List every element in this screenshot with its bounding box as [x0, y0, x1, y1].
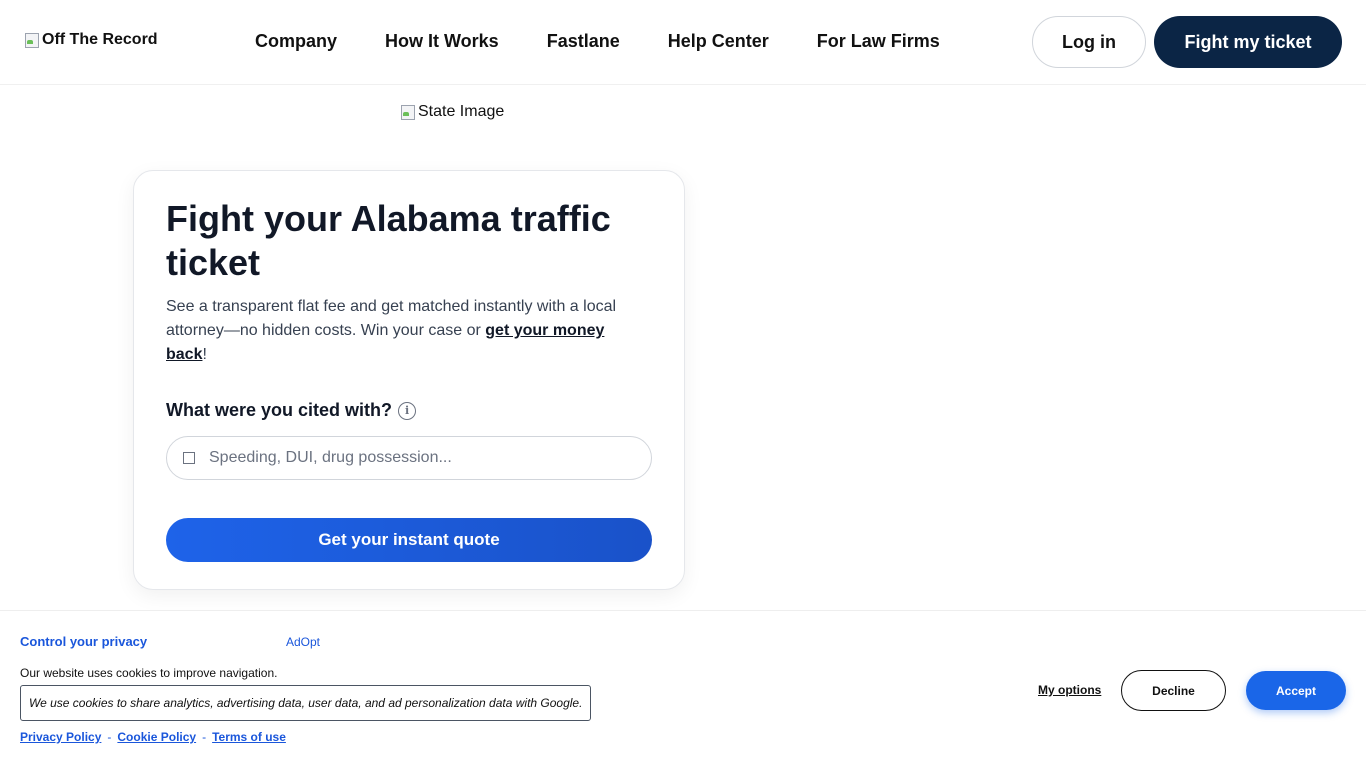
link-separator: - [202, 730, 207, 744]
page-title: Fight your Alabama traffic ticket [166, 198, 611, 283]
logo-alt-text: Off The Record [42, 31, 158, 48]
cookie-policy-link[interactable]: Cookie Policy [117, 730, 196, 744]
decline-button[interactable]: Decline [1121, 670, 1226, 711]
broken-image-icon [400, 104, 416, 120]
nav-help-center[interactable]: Help Center [668, 31, 769, 52]
cookie-google-notice: We use cookies to share analytics, adver… [20, 685, 591, 721]
cited-label: What were you cited with? [166, 400, 393, 420]
terms-of-use-link[interactable]: Terms of use [212, 730, 286, 744]
fight-my-ticket-button[interactable]: Fight my ticket [1154, 16, 1342, 68]
site-header: Off The Record Company How It Works Fast… [0, 0, 1366, 85]
cited-label-row: What were you cited with? i [166, 400, 652, 421]
login-button[interactable]: Log in [1032, 16, 1146, 68]
cookie-title: Control your privacy [20, 634, 148, 649]
nav-how-it-works[interactable]: How It Works [385, 31, 499, 52]
link-separator: - [107, 730, 112, 744]
privacy-policy-link[interactable]: Privacy Policy [20, 730, 101, 744]
citation-search[interactable] [166, 436, 652, 480]
nav-fastlane[interactable]: Fastlane [547, 31, 620, 52]
my-options-link[interactable]: My options [1038, 683, 1101, 697]
description-suffix: ! [202, 346, 207, 363]
logo[interactable]: Off The Record [24, 31, 158, 49]
state-image: State Image [400, 103, 504, 121]
citation-input[interactable] [209, 449, 651, 467]
broken-image-icon [24, 32, 40, 48]
nav-company[interactable]: Company [255, 31, 337, 52]
cookie-text: Our website uses cookies to improve navi… [20, 666, 278, 680]
get-quote-button[interactable]: Get your instant quote [166, 518, 652, 562]
cookie-brand[interactable]: AdOpt [286, 635, 320, 649]
state-image-alt: State Image [418, 103, 505, 120]
search-icon [183, 452, 195, 464]
cookie-banner: Control your privacy AdOpt Our website u… [0, 610, 1366, 768]
card-description: See a transparent flat fee and get match… [166, 295, 636, 367]
cookie-links: Privacy Policy - Cookie Policy - Terms o… [20, 730, 286, 744]
info-icon[interactable]: i [398, 401, 417, 420]
nav-for-law-firms[interactable]: For Law Firms [817, 31, 940, 52]
accept-button[interactable]: Accept [1246, 671, 1346, 710]
quote-card: Fight your Alabama traffic ticket See a … [133, 170, 685, 590]
main-nav: Company How It Works Fastlane Help Cente… [255, 31, 940, 52]
